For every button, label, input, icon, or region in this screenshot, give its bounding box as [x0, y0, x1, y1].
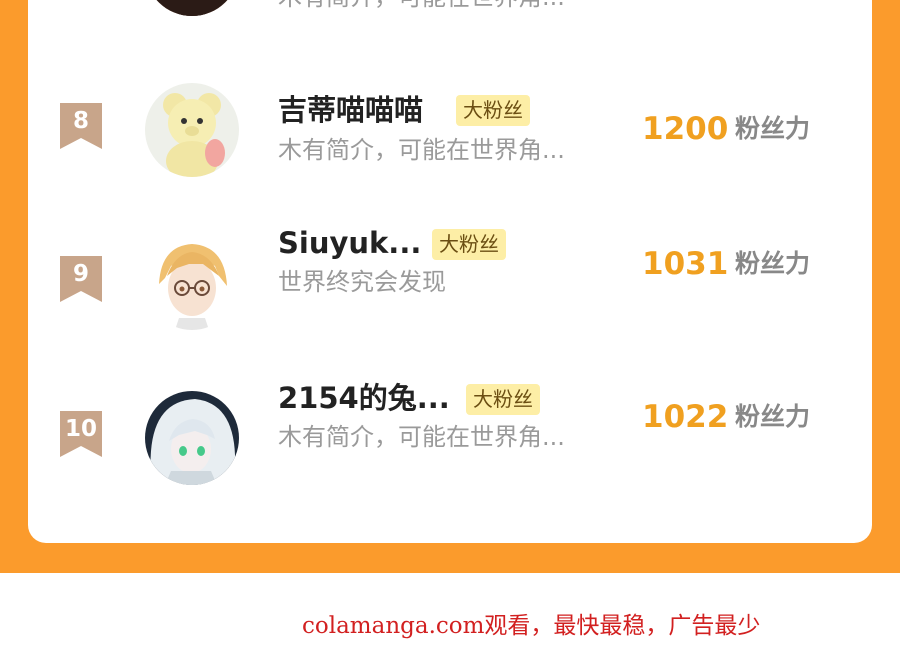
anime-boy-avatar-icon — [145, 236, 239, 330]
rank-ribbon: 8 — [60, 103, 102, 149]
avatar[interactable] — [145, 236, 239, 330]
leaderboard-row[interactable]: 9 Siuyuk... 大粉丝 世界终究会发现 1031 粉丝力 — [28, 226, 872, 353]
user-bio: 世界终究会发现 — [278, 268, 446, 296]
big-fan-badge: 大粉丝 — [432, 229, 506, 260]
user-name[interactable]: Siuyuk... — [278, 225, 421, 261]
rank-ribbon: 9 — [60, 256, 102, 302]
site-watermark: colamanga.com观看，最快最稳，广告最少 — [302, 613, 761, 639]
big-fan-badge: 大粉丝 — [456, 95, 530, 126]
user-bio: 木有简介，可能在世界角... — [278, 423, 565, 451]
fan-score: 1031 — [642, 246, 729, 282]
user-bio: 木有简介，可能在世界角... — [278, 0, 565, 12]
leaderboard-row[interactable]: 8 吉蒂喵喵喵 大粉丝 木有简介，可能在世界角... 1200 粉丝力 — [28, 80, 872, 200]
big-fan-badge: 大粉丝 — [466, 384, 540, 415]
white-hair-girl-avatar-icon — [145, 391, 239, 485]
leaderboard-row[interactable]: 10 2154的兔... 大粉丝 木有简介，可能在世界角... 1022 粉丝力 — [28, 381, 872, 508]
fan-score-unit: 粉丝力 — [735, 249, 811, 278]
fan-score-unit: 粉丝力 — [735, 402, 811, 431]
teddy-bear-avatar-icon — [145, 83, 239, 177]
avatar[interactable] — [145, 0, 239, 16]
fan-score-unit: 粉丝力 — [735, 114, 811, 143]
fan-score: 1200 — [642, 111, 729, 147]
user-name[interactable]: 2154的兔... — [278, 380, 450, 416]
avatar[interactable] — [145, 391, 239, 485]
avatar[interactable] — [145, 83, 239, 177]
rank-ribbon: 10 — [60, 411, 102, 457]
fan-score: 1022 — [642, 399, 729, 435]
user-bio: 木有简介，可能在世界角... — [278, 136, 565, 164]
user-name[interactable]: 吉蒂喵喵喵 — [278, 92, 423, 128]
leaderboard-row[interactable]: 木有简介，可能在世界角... — [28, 0, 872, 42]
leaderboard-card: 木有简介，可能在世界角... 8 吉蒂喵喵喵 大粉丝 木有简介，可能在世界角..… — [28, 0, 872, 543]
